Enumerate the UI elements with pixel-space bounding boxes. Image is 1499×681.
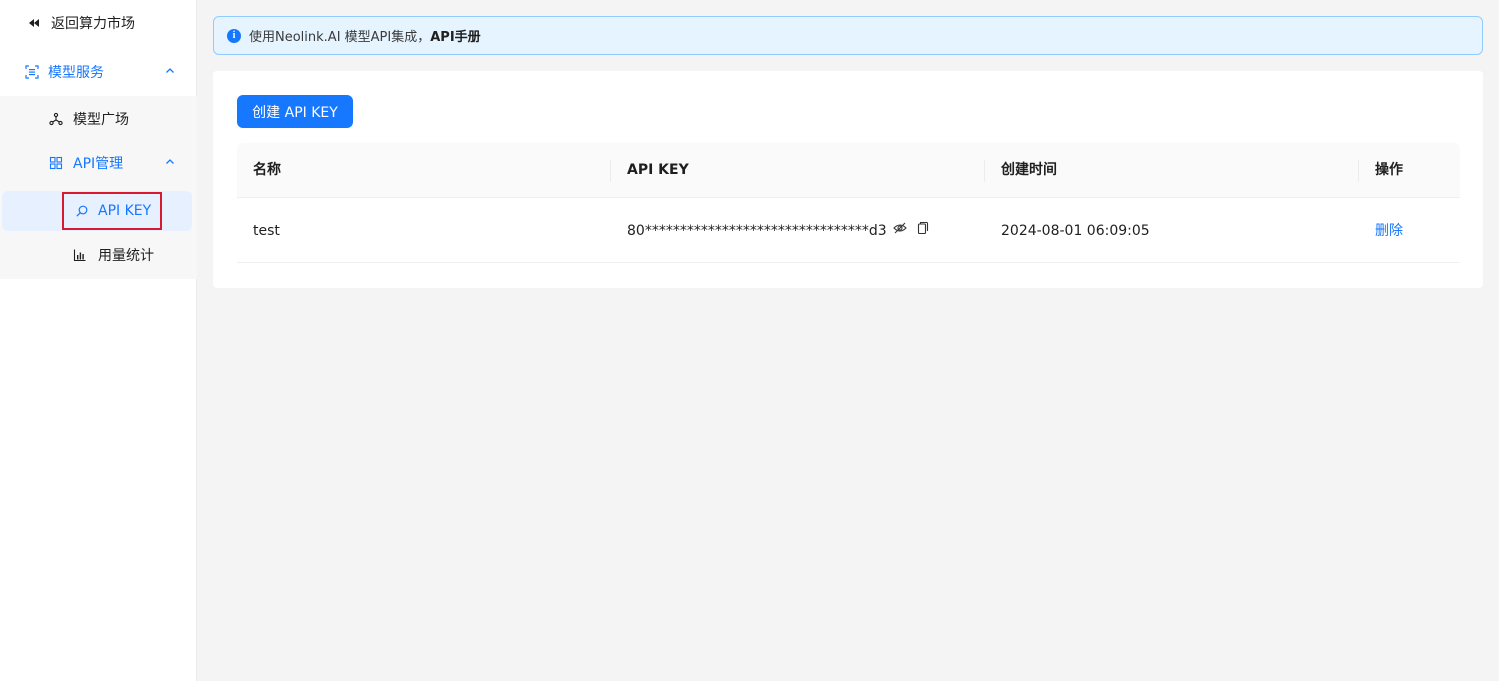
nodes-icon [49, 112, 63, 126]
key-search-icon [76, 205, 88, 217]
info-icon: i [227, 28, 241, 43]
back-label: 返回算力市场 [51, 16, 135, 32]
column-divider [610, 160, 611, 182]
api-manual-link[interactable]: API手册 [430, 30, 480, 45]
column-header-action: 操作 [1375, 162, 1403, 178]
table-header: 名称 API KEY 创建时间 操作 [237, 143, 1460, 198]
sidebar-item-model-service[interactable]: 模型服务 [0, 52, 197, 92]
eye-invisible-icon[interactable] [892, 221, 907, 235]
column-header-name: 名称 [253, 162, 281, 178]
chevron-up-icon [166, 68, 174, 73]
back-to-market-link[interactable]: 返回算力市场 [0, 3, 197, 43]
cell-created: 2024-08-01 06:09:05 [1001, 223, 1150, 239]
column-header-created: 创建时间 [1001, 162, 1057, 178]
sidebar-item-label: 模型广场 [73, 112, 129, 128]
sidebar-item-label: API管理 [73, 156, 124, 172]
column-divider [1358, 160, 1359, 182]
cell-name: test [253, 223, 280, 239]
sidebar: 返回算力市场 模型服务 模型广场 API管理 API KEY 用量统计 [0, 0, 197, 681]
column-header-api-key: API KEY [627, 162, 689, 178]
cell-api-key: 80********************************d3 [627, 199, 929, 263]
scan-icon [25, 65, 39, 79]
api-key-card: 创建 API KEY 名称 API KEY 创建时间 操作 test 80***… [213, 71, 1483, 288]
grid-icon [49, 156, 63, 170]
api-key-masked: 80********************************d3 [627, 223, 887, 239]
sidebar-item-api-key[interactable]: API KEY [62, 192, 162, 230]
sidebar-item-label: API KEY [98, 203, 152, 219]
sidebar-item-api-manage[interactable]: API管理 [0, 143, 197, 183]
create-api-key-button[interactable]: 创建 API KEY [237, 95, 353, 128]
chevron-up-icon [166, 159, 174, 164]
column-divider [984, 160, 985, 182]
info-alert: i 使用Neolink.AI 模型API集成，API手册 [213, 16, 1483, 55]
sidebar-item-label: 用量统计 [98, 248, 154, 264]
delete-link[interactable]: 删除 [1375, 199, 1403, 263]
sidebar-item-usage[interactable]: 用量统计 [0, 235, 197, 275]
bar-chart-icon [73, 249, 86, 262]
info-message: 使用Neolink.AI 模型API集成， [249, 30, 431, 45]
copy-icon[interactable] [915, 221, 929, 235]
sidebar-item-model-square[interactable]: 模型广场 [0, 99, 197, 139]
double-left-arrow-icon [29, 19, 39, 27]
info-text: 使用Neolink.AI 模型API集成，API手册 [249, 26, 481, 45]
sidebar-item-label: 模型服务 [48, 65, 104, 81]
table-row: test 80********************************d… [237, 199, 1460, 263]
